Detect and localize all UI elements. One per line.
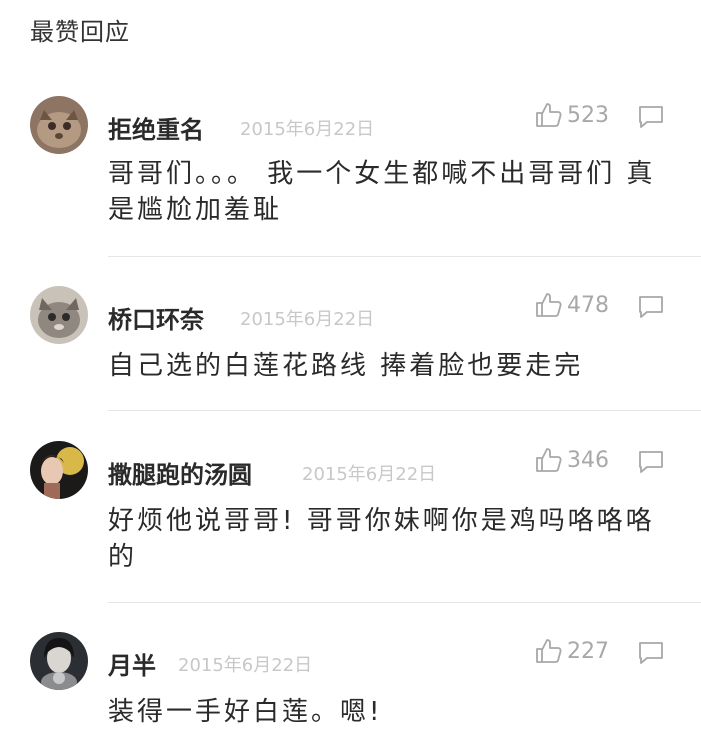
like-count: 227 [567,638,609,664]
like-count: 523 [567,102,609,128]
reply-bubble-icon[interactable] [637,104,665,130]
thumbs-up-icon [533,445,563,475]
comment-date: 2015年6月22日 [240,309,375,330]
username[interactable]: 桥口环奈 [108,300,204,335]
comment-date: 2015年6月22日 [178,655,313,676]
like-button[interactable]: 346 [533,445,609,475]
divider [108,410,701,411]
person-avatar-icon[interactable] [30,441,88,499]
username[interactable]: 撒腿跑的汤圆 [108,455,252,490]
person-avatar-icon[interactable] [30,632,88,690]
comment-text: 好烦他说哥哥! 哥哥你妹啊你是鸡吗咯咯咯的 [108,506,655,572]
like-button[interactable]: 478 [533,290,609,320]
like-count: 346 [567,447,609,473]
cat-avatar-icon[interactable] [30,96,88,154]
comment-text: 装得一手好白莲。嗯! [108,697,383,727]
thumbs-up-icon [533,100,563,130]
cat-avatar-icon[interactable] [30,286,88,344]
thumbs-up-icon [533,290,563,320]
thumbs-up-icon [533,636,563,666]
reply-bubble-icon[interactable] [637,294,665,320]
username[interactable]: 月半 [108,646,156,681]
comment-text: 哥哥们。。。 我一个女生都喊不出哥哥们 真是尴尬加羞耻 [108,159,656,225]
comments-page: 最赞回应 拒绝重名 2015年6月22日 523 哥哥们。。。 我一个女生都喊不… [0,0,701,750]
comment-date: 2015年6月22日 [240,119,375,140]
reply-bubble-icon[interactable] [637,640,665,666]
reply-bubble-icon[interactable] [637,449,665,475]
username[interactable]: 拒绝重名 [108,110,204,145]
like-button[interactable]: 227 [533,636,609,666]
like-button[interactable]: 523 [533,100,609,130]
divider [108,256,701,257]
comment-date: 2015年6月22日 [302,464,437,485]
comment-text: 自己选的白莲花路线 捧着脸也要走完 [108,351,584,381]
like-count: 478 [567,292,609,318]
divider [108,602,701,603]
section-title: 最赞回应 [30,18,130,46]
